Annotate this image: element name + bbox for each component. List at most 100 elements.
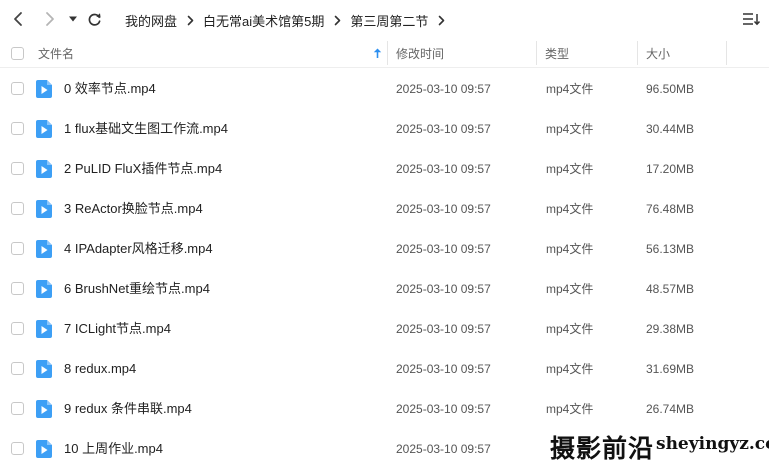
video-file-icon	[36, 160, 52, 178]
row-checkbox[interactable]	[11, 362, 24, 375]
column-header-name[interactable]: 文件名	[38, 38, 386, 68]
file-size: 76.48MB	[646, 202, 695, 216]
watermark: 摄影前沿 sheyingyz.com	[546, 426, 769, 464]
watermark-domain: sheyingyz.com	[656, 434, 769, 454]
file-modified-time: 2025-03-10 09:57	[396, 82, 491, 96]
column-header-size-label: 大小	[646, 46, 671, 61]
file-type: mp4文件	[546, 322, 594, 336]
sort-menu-button[interactable]	[741, 10, 761, 28]
file-name[interactable]: 3 ReActor换脸节点.mp4	[64, 189, 203, 229]
video-file-icon	[36, 240, 52, 258]
breadcrumb: 我的网盘 白无常ai美术馆第5期 第三周第二节	[125, 11, 454, 30]
file-row[interactable]: 6 BrushNet重绘节点.mp4 2025-03-10 09:57 mp4文…	[0, 269, 769, 309]
file-row[interactable]: 3 ReActor换脸节点.mp4 2025-03-10 09:57 mp4文件…	[0, 189, 769, 229]
file-modified-time: 2025-03-10 09:57	[396, 402, 491, 416]
video-file-icon	[36, 400, 52, 418]
column-header-type[interactable]: 类型	[545, 38, 635, 68]
file-size: 29.38MB	[646, 322, 695, 336]
row-checkbox[interactable]	[11, 402, 24, 415]
file-row[interactable]: 9 redux 条件串联.mp4 2025-03-10 09:57 mp4文件 …	[0, 389, 769, 429]
file-modified-time: 2025-03-10 09:57	[396, 282, 491, 296]
file-size: 56.13MB	[646, 242, 695, 256]
file-row[interactable]: 7 ICLight节点.mp4 2025-03-10 09:57 mp4文件 2…	[0, 309, 769, 349]
column-header-modified[interactable]: 修改时间	[396, 38, 536, 68]
forward-button[interactable]	[39, 9, 59, 29]
sort-ascending-arrow-icon	[373, 48, 382, 58]
file-list: 0 效率节点.mp4 2025-03-10 09:57 mp4文件 96.50M…	[0, 69, 769, 469]
file-type: mp4文件	[546, 402, 594, 416]
file-name[interactable]: 1 flux基础文生图工作流.mp4	[64, 109, 228, 149]
row-checkbox[interactable]	[11, 162, 24, 175]
file-type: mp4文件	[546, 242, 594, 256]
row-checkbox[interactable]	[11, 242, 24, 255]
file-name[interactable]: 2 PuLID FluX插件节点.mp4	[64, 149, 222, 189]
column-divider[interactable]	[726, 41, 727, 65]
video-file-icon	[36, 80, 52, 98]
file-name[interactable]: 8 redux.mp4	[64, 349, 136, 389]
file-modified-time: 2025-03-10 09:57	[396, 162, 491, 176]
navigation-bar: 我的网盘 白无常ai美术馆第5期 第三周第二节	[0, 0, 769, 38]
file-name[interactable]: 10 上周作业.mp4	[64, 429, 163, 469]
file-name[interactable]: 0 效率节点.mp4	[64, 69, 156, 109]
breadcrumb-item-current[interactable]: 第三周第二节	[350, 11, 428, 30]
watermark-chinese: 摄影前沿	[550, 434, 655, 463]
column-header-name-label: 文件名	[38, 46, 75, 61]
video-file-icon	[36, 280, 52, 298]
history-dropdown-button[interactable]	[63, 9, 83, 29]
file-modified-time: 2025-03-10 09:57	[396, 362, 491, 376]
video-file-icon	[36, 440, 52, 458]
file-size: 48.57MB	[646, 282, 695, 296]
breadcrumb-item-folder[interactable]: 白无常ai美术馆第5期	[203, 11, 324, 30]
refresh-button[interactable]	[84, 9, 104, 29]
row-checkbox[interactable]	[11, 122, 24, 135]
video-file-icon	[36, 120, 52, 138]
file-name[interactable]: 9 redux 条件串联.mp4	[64, 389, 192, 429]
column-divider[interactable]	[536, 41, 537, 65]
file-size: 26.74MB	[646, 402, 695, 416]
file-modified-time: 2025-03-10 09:57	[396, 242, 491, 256]
file-row[interactable]: 8 redux.mp4 2025-03-10 09:57 mp4文件 31.69…	[0, 349, 769, 389]
video-file-icon	[36, 200, 52, 218]
chevron-left-icon	[14, 12, 22, 26]
file-type: mp4文件	[546, 282, 594, 296]
chevron-right-icon[interactable]	[438, 15, 445, 26]
column-header-modified-label: 修改时间	[396, 46, 445, 61]
file-size: 17.20MB	[646, 162, 695, 176]
file-type: mp4文件	[546, 82, 594, 96]
file-modified-time: 2025-03-10 09:57	[396, 202, 491, 216]
column-divider[interactable]	[387, 41, 388, 65]
file-row[interactable]: 2 PuLID FluX插件节点.mp4 2025-03-10 09:57 mp…	[0, 149, 769, 189]
file-type: mp4文件	[546, 162, 594, 176]
row-checkbox[interactable]	[11, 282, 24, 295]
file-row[interactable]: 1 flux基础文生图工作流.mp4 2025-03-10 09:57 mp4文…	[0, 109, 769, 149]
chevron-right-icon	[334, 15, 341, 26]
column-divider[interactable]	[637, 41, 638, 65]
file-name[interactable]: 4 IPAdapter风格迁移.mp4	[64, 229, 213, 269]
file-type: mp4文件	[546, 362, 594, 376]
file-type: mp4文件	[546, 202, 594, 216]
file-modified-time: 2025-03-10 09:57	[396, 122, 491, 136]
breadcrumb-item-root[interactable]: 我的网盘	[125, 11, 177, 30]
file-type: mp4文件	[546, 122, 594, 136]
column-header-type-label: 类型	[545, 46, 570, 61]
row-checkbox[interactable]	[11, 82, 24, 95]
select-all-checkbox[interactable]	[11, 47, 24, 60]
row-checkbox[interactable]	[11, 202, 24, 215]
file-name[interactable]: 7 ICLight节点.mp4	[64, 309, 171, 349]
caret-down-icon	[69, 16, 77, 22]
file-name[interactable]: 6 BrushNet重绘节点.mp4	[64, 269, 210, 309]
chevron-right-icon	[187, 15, 194, 26]
file-size: 31.69MB	[646, 362, 695, 376]
file-row[interactable]: 0 效率节点.mp4 2025-03-10 09:57 mp4文件 96.50M…	[0, 69, 769, 109]
file-row[interactable]: 4 IPAdapter风格迁移.mp4 2025-03-10 09:57 mp4…	[0, 229, 769, 269]
file-modified-time: 2025-03-10 09:57	[396, 322, 491, 336]
file-size: 96.50MB	[646, 82, 695, 96]
back-button[interactable]	[9, 9, 29, 29]
file-size: 30.44MB	[646, 122, 695, 136]
column-header-size[interactable]: 大小	[646, 38, 726, 68]
file-modified-time: 2025-03-10 09:57	[396, 442, 491, 456]
row-checkbox[interactable]	[11, 442, 24, 455]
row-checkbox[interactable]	[11, 322, 24, 335]
refresh-icon	[88, 12, 101, 26]
video-file-icon	[36, 320, 52, 338]
